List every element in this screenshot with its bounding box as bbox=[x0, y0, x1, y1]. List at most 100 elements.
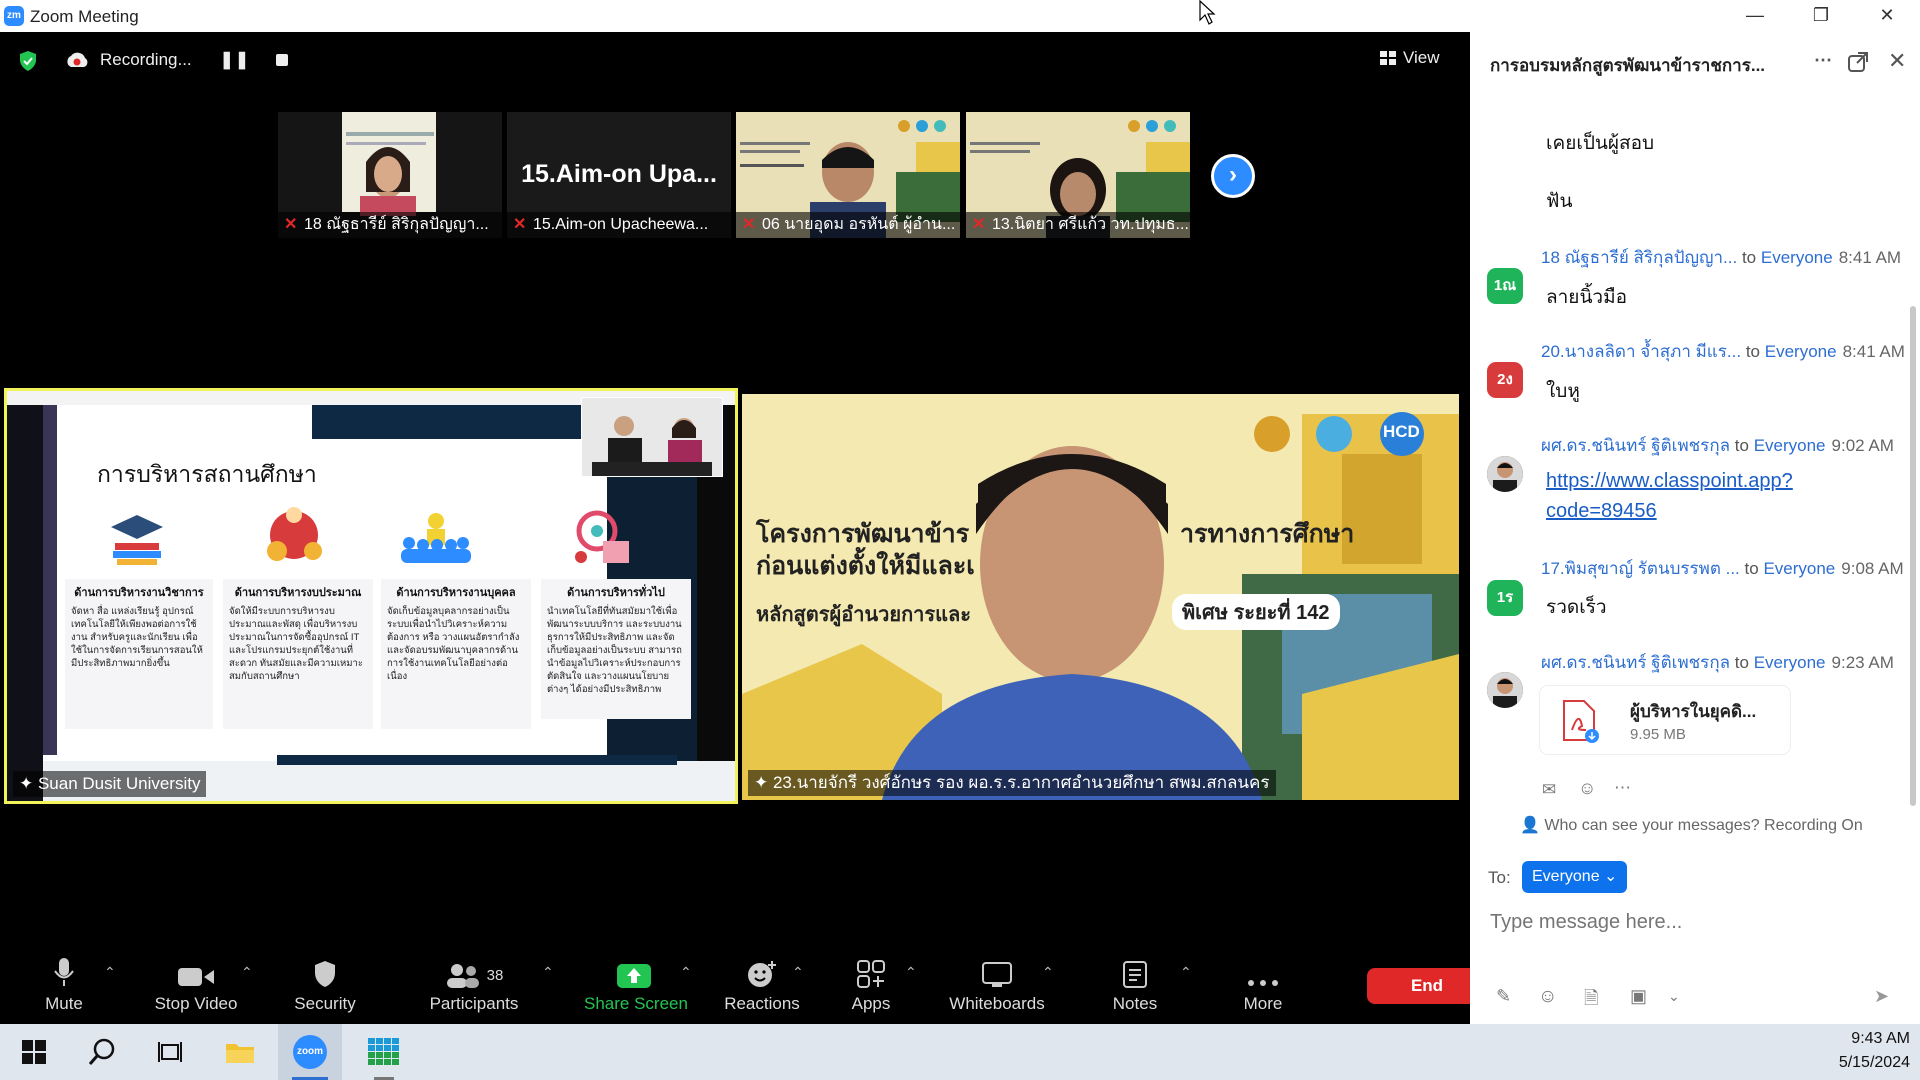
chat-more-icon[interactable]: ⋯ bbox=[1814, 50, 1832, 71]
chat-message-meta: 20.นางลลิดา จ้ำสุภา มีแร... to Everyone 8… bbox=[1541, 342, 1905, 361]
file-explorer-icon[interactable] bbox=[210, 1024, 270, 1080]
task-view-icon[interactable] bbox=[140, 1024, 200, 1080]
message-time: 9:02 AM bbox=[1831, 436, 1894, 455]
close-chat-button[interactable]: ✕ bbox=[1888, 48, 1906, 74]
pause-recording-icon[interactable]: ❚❚ bbox=[220, 50, 251, 70]
slide-column-heading: ด้านการบริหารงานวิชาการ bbox=[74, 587, 204, 599]
chat-visibility-note[interactable]: 👤 Who can see your messages? Recording O… bbox=[1520, 815, 1863, 835]
participants-icon bbox=[446, 964, 479, 988]
sender-avatar[interactable] bbox=[1487, 456, 1523, 492]
recording-indicator[interactable]: Recording... ❚❚ bbox=[64, 48, 289, 72]
pdf-file-icon bbox=[1563, 700, 1599, 743]
notes-button[interactable]: Notes bbox=[1100, 944, 1170, 1024]
slide-column: ด้านการบริหารงานบุคคล จัดเก็บข้อมูลบุคลา… bbox=[381, 579, 531, 729]
more-button[interactable]: More bbox=[1228, 944, 1298, 1024]
hcd-logo: HCD bbox=[1383, 422, 1420, 441]
taskbar-date[interactable]: 5/15/2024 bbox=[1810, 1054, 1910, 1072]
participants-button[interactable]: 38 Participants bbox=[422, 944, 526, 1024]
stop-recording-icon[interactable] bbox=[276, 54, 289, 66]
sender-name[interactable]: 17.พิมสุขาญ์ รัตนบรรพต ... bbox=[1541, 559, 1740, 578]
message-time: 9:08 AM bbox=[1841, 559, 1904, 578]
slide-column-body: จัดให้มีระบบการบริหารงบประมาณและพัสดุ เพ… bbox=[229, 606, 363, 682]
grid-view-icon bbox=[1380, 51, 1396, 65]
zoom-taskbar-icon[interactable]: zoom bbox=[278, 1024, 342, 1080]
reactions-options-caret[interactable]: ⌃ bbox=[792, 964, 804, 981]
whiteboards-options-caret[interactable]: ⌃ bbox=[1042, 964, 1054, 981]
microphone-icon bbox=[54, 958, 74, 986]
muted-mic-icon: ✕ bbox=[742, 216, 756, 233]
close-window-button[interactable]: ✕ bbox=[1854, 0, 1920, 32]
mute-button[interactable]: Mute bbox=[24, 944, 104, 1024]
apps-options-caret[interactable]: ⌃ bbox=[905, 964, 917, 981]
mouse-cursor-icon bbox=[1199, 0, 1216, 25]
pop-out-icon[interactable] bbox=[1848, 52, 1868, 72]
chat-link[interactable]: https://www.classpoint.app? code=89456 bbox=[1546, 466, 1793, 526]
chevron-down-icon[interactable]: ⌄ bbox=[1668, 988, 1680, 1005]
stop-video-button[interactable]: Stop Video bbox=[146, 944, 246, 1024]
sender-avatar[interactable]: 1ณ bbox=[1487, 268, 1523, 304]
restore-button[interactable]: ❐ bbox=[1788, 0, 1854, 32]
file-size: 9.95 MB bbox=[1630, 726, 1686, 743]
taskbar-time[interactable]: 9:43 AM bbox=[1810, 1030, 1910, 1048]
chat-scrollbar[interactable] bbox=[1910, 306, 1916, 806]
search-icon[interactable] bbox=[72, 1024, 132, 1080]
minimize-button[interactable]: — bbox=[1722, 0, 1788, 32]
windows-start-icon[interactable] bbox=[4, 1024, 64, 1080]
participant-thumbnail[interactable]: ✕ 13.นิตยา ศรีแก้ว วท.ปทุมธ... bbox=[966, 112, 1190, 238]
message-time: 8:41 AM bbox=[1838, 248, 1902, 267]
participant-thumbnail[interactable]: ✕ 18 ณัฐธารีย์ สิริกุลปัญญา... bbox=[278, 112, 502, 238]
send-icon[interactable]: ➤ bbox=[1874, 986, 1889, 1007]
recipient-name: Everyone bbox=[1753, 436, 1826, 455]
file-attach-icon[interactable]: 🗎 bbox=[1584, 986, 1598, 1016]
participants-options-caret[interactable]: ⌃ bbox=[542, 964, 554, 981]
speaker-video[interactable]: โครงการพัฒนาข้าร ารทางการศึกษา ก่อนแต่งต… bbox=[742, 394, 1459, 800]
participant-thumbnail[interactable]: ✕ 06 นายอุดม อรหันต์ ผู้อำน... bbox=[736, 112, 960, 238]
visibility-person-icon: 👤 bbox=[1520, 817, 1545, 834]
message-time: 8:41 AM bbox=[1842, 342, 1905, 361]
shared-screen-video[interactable]: การบริหารสถานศึกษา ด้านการบริหารงานวิชาก… bbox=[4, 388, 738, 804]
apps-button[interactable]: Apps bbox=[836, 944, 906, 1024]
sender-avatar[interactable]: 1ร bbox=[1487, 580, 1523, 616]
share-screen-button[interactable]: Share Screen bbox=[584, 944, 688, 1024]
video-options-caret[interactable]: ⌃ bbox=[241, 964, 253, 981]
mute-options-caret[interactable]: ⌃ bbox=[104, 964, 116, 981]
recipient-select[interactable]: Everyone ⌄ bbox=[1522, 861, 1628, 893]
whiteboards-button[interactable]: Whiteboards bbox=[944, 944, 1050, 1024]
share-options-caret[interactable]: ⌃ bbox=[680, 964, 692, 981]
sender-name[interactable]: ผศ.ดร.ชนินทร์ ฐิติเพชรกุล bbox=[1541, 653, 1730, 672]
next-page-arrow[interactable]: › bbox=[1211, 154, 1255, 198]
more-dots-icon bbox=[1248, 980, 1278, 986]
slide-title: การบริหารสถานศึกษา bbox=[97, 461, 317, 487]
encryption-shield-icon[interactable] bbox=[18, 50, 38, 72]
chat-message-text: ฟัน bbox=[1546, 191, 1573, 212]
file-attachment[interactable]: ผู้บริหารในยุคดิ... 9.95 MB bbox=[1540, 686, 1790, 754]
chat-message-input[interactable] bbox=[1488, 904, 1912, 940]
chat-message-meta: ผศ.ดร.ชนินทร์ ฐิติเพชรกุล to Everyone 9:0… bbox=[1541, 436, 1894, 455]
sender-name[interactable]: 18 ณัฐธารีย์ สิริกุลปัญญา... bbox=[1541, 248, 1737, 267]
sender-name[interactable]: 20.นางลลิดา จ้ำสุภา มีแร... bbox=[1541, 342, 1741, 361]
message-reply-icon[interactable]: ✉ bbox=[1542, 780, 1556, 800]
security-button[interactable]: Security bbox=[285, 944, 365, 1024]
participant-name: ✕ 06 นายอุดม อรหันต์ ผู้อำน... bbox=[736, 212, 960, 238]
notes-options-caret[interactable]: ⌃ bbox=[1180, 964, 1192, 981]
screenshot-icon[interactable]: ▣ bbox=[1630, 986, 1647, 1007]
participant-thumbnail[interactable]: 15.Aim-on Upa... ✕ 15.Aim-on Upacheewa... bbox=[507, 112, 731, 238]
app-grid-taskbar-icon[interactable] bbox=[352, 1024, 416, 1080]
format-text-icon[interactable]: ✎ bbox=[1496, 986, 1511, 1007]
slide-column-body: นำเทคโนโลยีที่ทันสมัยมาใช้เพื่อพัฒนาระบบ… bbox=[547, 606, 682, 695]
reactions-button[interactable]: Reactions bbox=[720, 944, 804, 1024]
participant-name: ✕ 13.นิตยา ศรีแก้ว วท.ปทุมธ... bbox=[966, 212, 1190, 238]
pin-icon: ✦ bbox=[754, 773, 773, 792]
sender-avatar[interactable]: 2ง bbox=[1487, 362, 1523, 398]
participants-count: 38 bbox=[486, 967, 504, 984]
sender-name[interactable]: ผศ.ดร.ชนินทร์ ฐิติเพชรกุล bbox=[1541, 436, 1730, 455]
add-reaction-icon[interactable]: ☺ bbox=[1578, 778, 1596, 799]
end-meeting-button[interactable]: End bbox=[1367, 968, 1487, 1004]
sender-avatar[interactable] bbox=[1487, 672, 1523, 708]
emoji-icon[interactable]: ☺ bbox=[1538, 986, 1557, 1008]
speaker-pip-video bbox=[582, 398, 722, 476]
window-title-bar: zm Zoom Meeting — ❐ ✕ bbox=[0, 0, 1920, 32]
view-button[interactable]: View bbox=[1380, 48, 1440, 68]
recipient-name: Everyone bbox=[1763, 559, 1836, 578]
message-more-icon[interactable]: ⋯ bbox=[1614, 778, 1631, 798]
